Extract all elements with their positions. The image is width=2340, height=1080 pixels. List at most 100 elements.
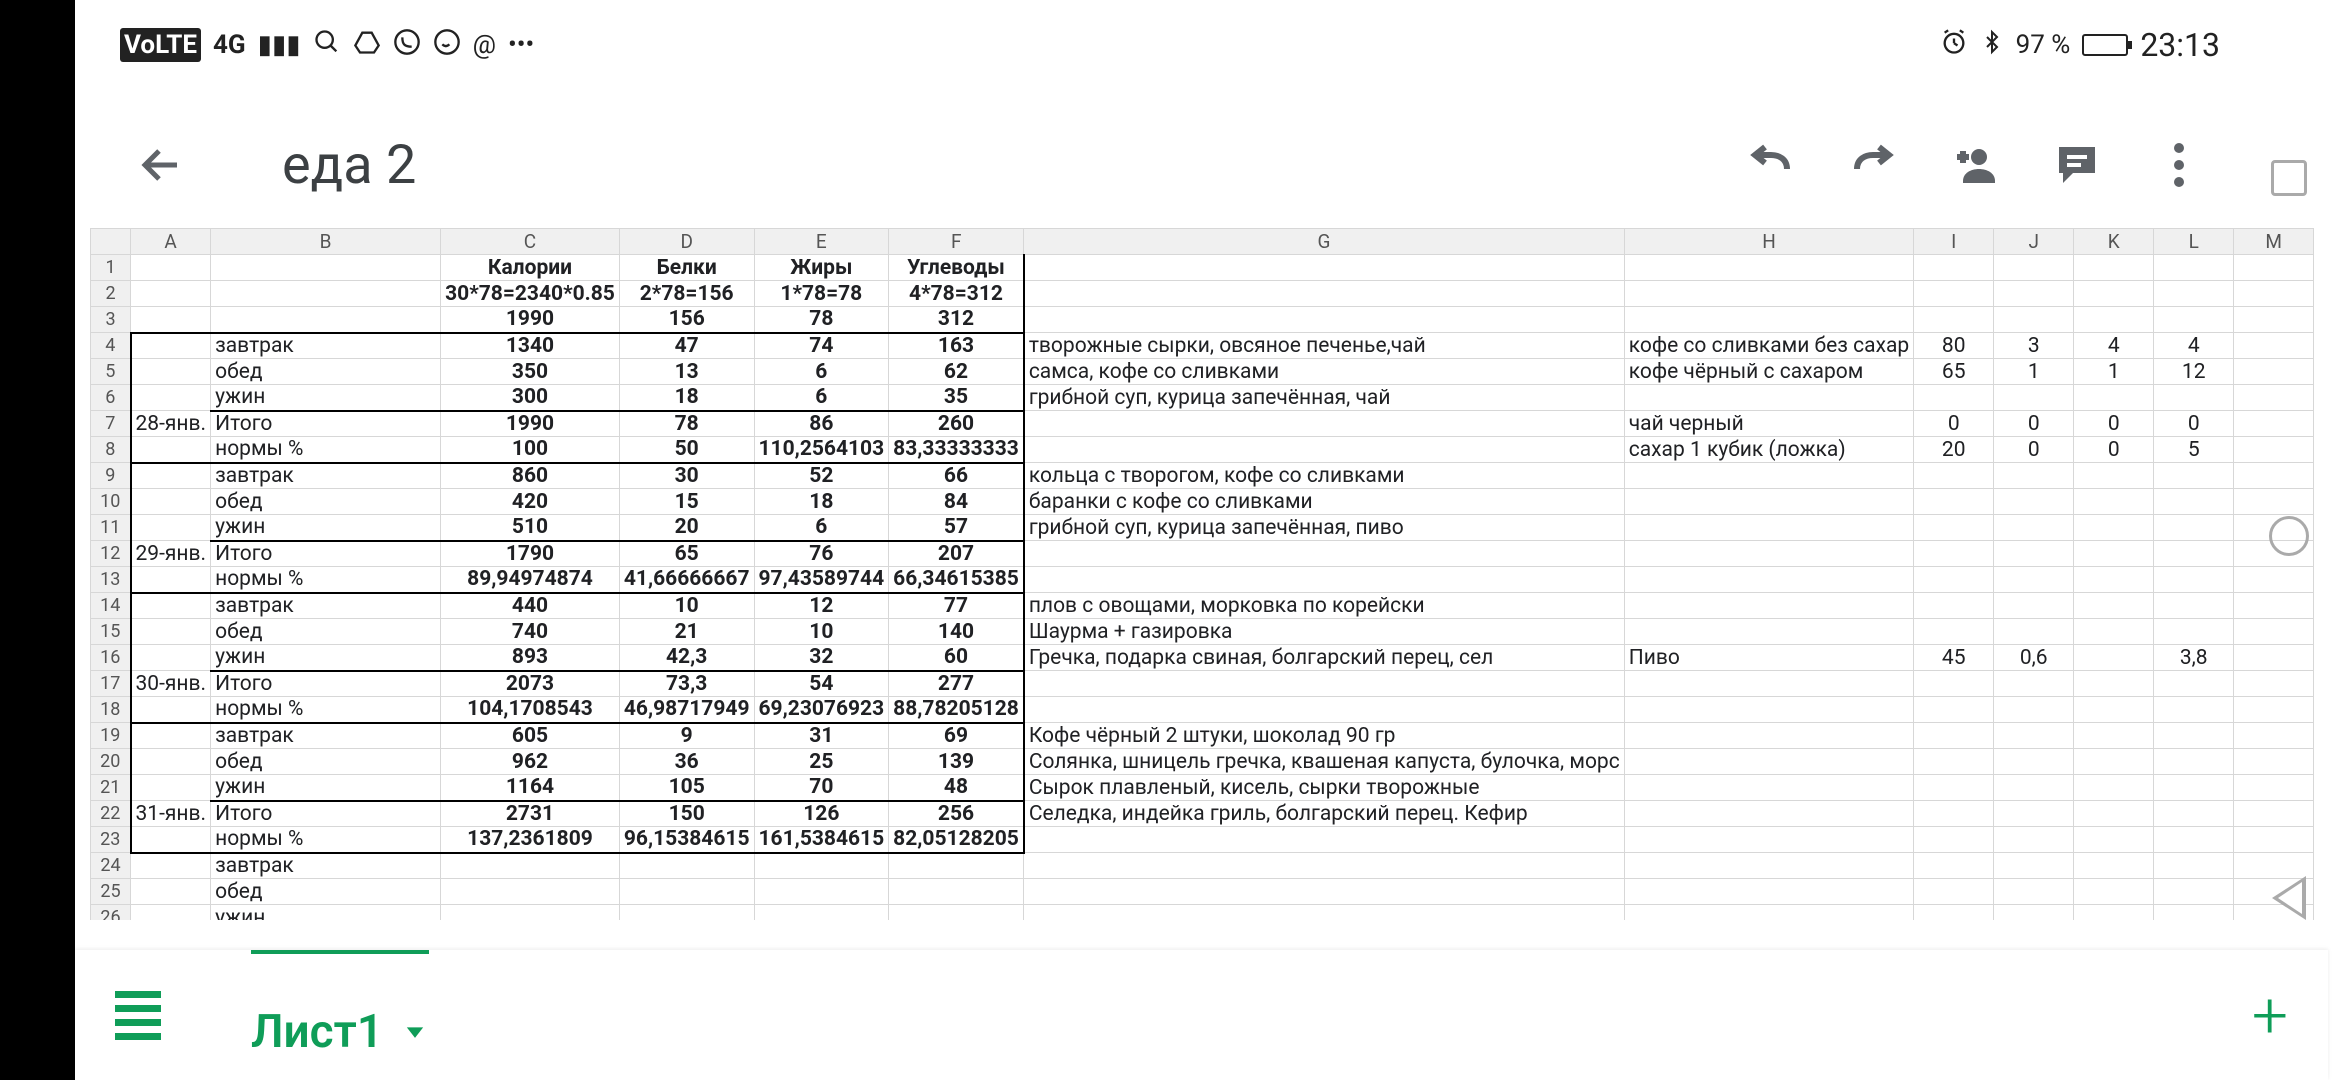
cell[interactable]: 4*78=312 — [889, 281, 1024, 307]
cell[interactable] — [1914, 801, 1994, 827]
row-header[interactable]: 16 — [91, 645, 131, 671]
row-header[interactable]: 25 — [91, 879, 131, 905]
cell[interactable] — [1914, 671, 1994, 697]
cell[interactable]: 510 — [441, 515, 620, 541]
cell[interactable]: Селедка, индейка гриль, болгарский перец… — [1024, 801, 1624, 827]
cell[interactable] — [889, 853, 1024, 879]
cell[interactable] — [2154, 515, 2234, 541]
cell[interactable]: чай черный — [1624, 411, 1914, 437]
cell[interactable]: 1164 — [441, 775, 620, 801]
cell[interactable]: 5 — [2154, 437, 2234, 463]
cell[interactable] — [2154, 489, 2234, 515]
cell[interactable] — [1994, 905, 2074, 921]
row-header[interactable]: 24 — [91, 853, 131, 879]
cell[interactable] — [1994, 281, 2074, 307]
cell[interactable]: Итого — [211, 411, 441, 437]
cell[interactable] — [131, 827, 211, 853]
cell[interactable]: Сырок плавленый, кисель, сырки творожные — [1024, 775, 1624, 801]
column-header[interactable]: I — [1914, 229, 1994, 255]
cell[interactable] — [2154, 671, 2234, 697]
cell[interactable] — [131, 255, 211, 281]
cell[interactable] — [1624, 749, 1914, 775]
column-header[interactable]: D — [619, 229, 754, 255]
cell[interactable] — [1024, 671, 1624, 697]
row-header[interactable]: 19 — [91, 723, 131, 749]
cell[interactable] — [131, 775, 211, 801]
cell[interactable]: Белки — [619, 255, 754, 281]
cell[interactable]: 10 — [619, 593, 754, 619]
cell[interactable] — [1624, 307, 1914, 333]
cell[interactable] — [754, 879, 889, 905]
cell[interactable] — [2154, 723, 2234, 749]
cell[interactable]: завтрак — [211, 333, 441, 359]
cell[interactable]: 605 — [441, 723, 620, 749]
cell[interactable] — [754, 905, 889, 921]
cell[interactable] — [2074, 515, 2154, 541]
cell[interactable]: 96,15384615 — [619, 827, 754, 853]
cell[interactable]: Итого — [211, 541, 441, 567]
cell[interactable]: 66,34615385 — [889, 567, 1024, 593]
cell[interactable] — [131, 515, 211, 541]
corner-cell[interactable] — [91, 229, 131, 255]
cell[interactable] — [131, 905, 211, 921]
cell[interactable]: 0,6 — [1994, 645, 2074, 671]
cell[interactable] — [1024, 853, 1624, 879]
cell[interactable]: 28-янв. — [131, 411, 211, 437]
cell[interactable] — [2074, 749, 2154, 775]
cell[interactable]: 45 — [1914, 645, 1994, 671]
cell[interactable] — [131, 463, 211, 489]
cell[interactable]: 105 — [619, 775, 754, 801]
cell[interactable]: сахар 1 кубик (ложка) — [1624, 437, 1914, 463]
cell[interactable]: 76 — [754, 541, 889, 567]
cell[interactable] — [131, 619, 211, 645]
cell[interactable]: 4 — [2154, 333, 2234, 359]
row-header[interactable]: 22 — [91, 801, 131, 827]
cell[interactable] — [1994, 515, 2074, 541]
cell[interactable] — [2074, 385, 2154, 411]
cell[interactable] — [1994, 463, 2074, 489]
cell[interactable]: 1990 — [441, 307, 620, 333]
cell[interactable] — [2154, 801, 2234, 827]
cell[interactable] — [1994, 775, 2074, 801]
cell[interactable] — [1914, 281, 1994, 307]
row-header[interactable]: 17 — [91, 671, 131, 697]
cell[interactable] — [1994, 801, 2074, 827]
cell[interactable] — [1914, 827, 1994, 853]
cell[interactable] — [1994, 255, 2074, 281]
cell[interactable]: 21 — [619, 619, 754, 645]
cell[interactable]: ужин — [211, 775, 441, 801]
row-header[interactable]: 3 — [91, 307, 131, 333]
cell[interactable] — [1914, 697, 1994, 723]
cell[interactable] — [1624, 515, 1914, 541]
cell[interactable]: 9 — [619, 723, 754, 749]
cell[interactable] — [441, 879, 620, 905]
row-header[interactable]: 26 — [91, 905, 131, 921]
row-header[interactable]: 20 — [91, 749, 131, 775]
cell[interactable]: ужин — [211, 385, 441, 411]
redo-button[interactable] — [1838, 130, 1908, 200]
cell[interactable]: 256 — [889, 801, 1024, 827]
cell[interactable] — [2154, 281, 2234, 307]
cell[interactable] — [2074, 541, 2154, 567]
cell[interactable] — [1624, 853, 1914, 879]
cell[interactable]: Шаурма + газировка — [1024, 619, 1624, 645]
cell[interactable] — [131, 489, 211, 515]
cell[interactable]: 42,3 — [619, 645, 754, 671]
cell[interactable] — [1624, 567, 1914, 593]
cell[interactable]: обед — [211, 489, 441, 515]
cell[interactable]: 163 — [889, 333, 1024, 359]
cell[interactable]: Углеводы — [889, 255, 1024, 281]
cell[interactable] — [2154, 567, 2234, 593]
cell[interactable] — [2074, 697, 2154, 723]
cell[interactable] — [211, 307, 441, 333]
cell[interactable] — [2074, 801, 2154, 827]
row-header[interactable]: 6 — [91, 385, 131, 411]
cell[interactable]: завтрак — [211, 593, 441, 619]
cell[interactable]: ужин — [211, 905, 441, 921]
overflow-menu-button[interactable] — [2144, 130, 2214, 200]
cell[interactable] — [1914, 593, 1994, 619]
cell[interactable]: 140 — [889, 619, 1024, 645]
cell[interactable]: 860 — [441, 463, 620, 489]
cell[interactable] — [1994, 619, 2074, 645]
cell[interactable] — [1994, 541, 2074, 567]
